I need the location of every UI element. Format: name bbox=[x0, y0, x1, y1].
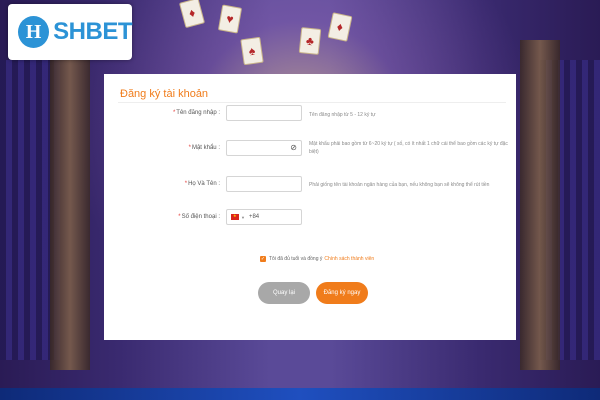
playing-card-icon: ♣ bbox=[298, 27, 322, 55]
bottom-bar bbox=[0, 388, 600, 400]
agree-text: Tôi đã đủ tuổi và đồng ý bbox=[269, 256, 323, 262]
register-button[interactable]: Đăng ký ngay bbox=[316, 282, 368, 304]
logo-text: SHBET bbox=[53, 18, 132, 45]
panel-title: Đăng ký tài khoản bbox=[120, 88, 209, 100]
password-input[interactable]: ⊘ bbox=[226, 140, 302, 156]
phone-input[interactable]: ▼ +84 bbox=[226, 209, 302, 225]
country-code-selector[interactable]: ▼ +84 bbox=[231, 213, 260, 220]
registration-panel: Đăng ký tài khoản *Tên đăng nhập : Tên đ… bbox=[104, 74, 516, 340]
fullname-input[interactable] bbox=[226, 176, 302, 192]
vietnam-flag-icon bbox=[231, 213, 239, 220]
password-label: *Mật khẩu : bbox=[188, 145, 220, 151]
playing-card-icon: ♦ bbox=[178, 0, 206, 29]
back-button[interactable]: Quay lại bbox=[258, 282, 310, 304]
right-pillar bbox=[520, 40, 560, 370]
playing-card-icon: ♦ bbox=[327, 12, 353, 42]
logo-mark: H bbox=[18, 16, 50, 48]
member-policy-link[interactable]: Chính sách thành viên bbox=[324, 256, 374, 262]
playing-card-icon: ♥ bbox=[217, 4, 243, 34]
eye-off-icon[interactable]: ⊘ bbox=[290, 144, 297, 152]
fullname-hint: Phải giống tên tài khoản ngân hàng của b… bbox=[309, 182, 490, 188]
playing-card-icon: ♠ bbox=[240, 36, 264, 66]
username-label: *Tên đăng nhập : bbox=[172, 110, 220, 116]
left-pillar bbox=[50, 40, 90, 370]
phone-prefix-text: +84 bbox=[248, 214, 260, 220]
brand-logo[interactable]: H SHBET bbox=[8, 4, 132, 60]
username-hint: Tên đăng nhập từ 5 - 12 ký tự bbox=[309, 112, 376, 118]
checkbox-checked-icon[interactable]: ✓ bbox=[260, 256, 266, 262]
username-input[interactable] bbox=[226, 105, 302, 121]
terms-agreement[interactable]: ✓ Tôi đã đủ tuổi và đồng ý Chính sách th… bbox=[260, 256, 374, 262]
password-hint: Mật khẩu phải bao gồm từ 6~20 ký tự ( số… bbox=[309, 141, 508, 155]
phone-label: *Số điện thoại : bbox=[178, 214, 220, 220]
divider bbox=[118, 102, 506, 103]
chevron-down-icon: ▼ bbox=[241, 214, 245, 220]
fullname-label: *Họ Và Tên : bbox=[184, 181, 220, 187]
